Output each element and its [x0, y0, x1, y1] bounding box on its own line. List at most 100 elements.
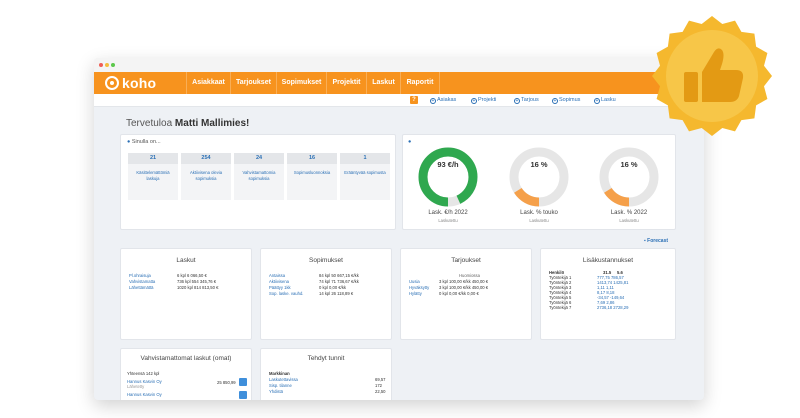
- tile-contract-drafts[interactable]: 16 Sopimusluonnoksia: [287, 153, 337, 200]
- hours-balance-row-label: Työntekijä 7: [549, 305, 572, 310]
- add-asiakas-label: Asiakas: [437, 97, 457, 103]
- contracts-row-value: 84 kpl 50 667,15 €/kk: [319, 273, 359, 278]
- offers-title: Tarjoukset: [451, 257, 481, 264]
- gauge-hourly-rate: [418, 147, 478, 207]
- offers-row-value: 3 kpl 100,00 €/kk 450,00 €: [439, 279, 489, 284]
- unconfirmed-row-amount: 25 850,99: [217, 380, 236, 385]
- info-icon: ●: [127, 139, 131, 145]
- offers-row-label[interactable]: Hyväksytty: [409, 285, 429, 290]
- add-lasku-link[interactable]: + Lasku: [594, 97, 616, 104]
- tile-unconfirmed-contracts[interactable]: 24 Vahvistamattomia sopimuksia: [234, 153, 284, 200]
- contracts-title: Sopimukset: [309, 257, 343, 264]
- gauge-billing-may: [509, 147, 569, 207]
- tile-expiring-contract[interactable]: 1 Erääntyvää sopimusta: [340, 153, 390, 200]
- offers-row-label[interactable]: Hylätty: [409, 291, 422, 296]
- logged-hours-row-value: 172: [375, 383, 382, 388]
- browser-window: koho Asiakkaat Tarjoukset Sopimukset Pro…: [94, 58, 704, 400]
- gauge-sublabel: Laskutettu: [619, 218, 639, 223]
- tile-active-contracts[interactable]: 254 Aktiivisena olevia sopimuksia: [181, 153, 231, 200]
- contracts-row-label[interactable]: Aktiivisena: [269, 279, 289, 284]
- nav-raportit[interactable]: Raportit: [400, 72, 440, 94]
- add-projekti-link[interactable]: + Projekti: [471, 97, 496, 104]
- unconfirmed-row-customer[interactable]: Hannus Kasvin Oy: [127, 392, 162, 397]
- logged-hours-row-label[interactable]: Yhdistä: [269, 389, 283, 394]
- add-asiakas-link[interactable]: + Asiakas: [430, 97, 456, 104]
- gauge-label: Lask. % touko: [520, 210, 558, 216]
- contracts-row-label[interactable]: Sop. laske. vauhd.: [269, 291, 303, 296]
- logged-hours-row-value: 22,50: [375, 389, 386, 394]
- offers-row-label[interactable]: Uusia: [409, 279, 420, 284]
- logo-mark-icon: [105, 76, 119, 90]
- tile-label: Vahvistamattomia sopimuksia: [242, 170, 276, 181]
- unconfirmed-row-action-button[interactable]: [239, 391, 247, 399]
- gauge-value: 93 €/h: [437, 160, 459, 169]
- offers-card: Tarjoukset Huomiossa Uusia 3 kpl 100,00 …: [400, 248, 532, 340]
- invoices-row-label[interactable]: Vahvistamatta: [129, 279, 155, 284]
- plus-icon: +: [430, 98, 436, 104]
- add-tarjous-label: Tarjous: [521, 97, 539, 103]
- gauge-billing-year: [599, 147, 659, 207]
- tile-value: 24: [234, 153, 284, 164]
- forecast-icon: ▪: [644, 238, 646, 244]
- unconfirmed-invoices-card: Vahvistamattomat laskut (omat) Yhteensä …: [120, 348, 252, 400]
- invoices-row-value: 1020 kpl 814 813,50 €: [177, 285, 219, 290]
- add-sopimus-link[interactable]: + Sopimus: [552, 97, 580, 104]
- logged-hours-row-label[interactable]: Laskutettavissa: [269, 377, 298, 382]
- minimize-window-icon[interactable]: [105, 63, 109, 67]
- summary-card-title: ● Sinulla on...: [127, 139, 161, 145]
- nav-laskut[interactable]: Laskut: [366, 72, 400, 94]
- koho-logo[interactable]: koho: [105, 75, 156, 91]
- unconfirmed-row-status: Lähetetty: [127, 384, 145, 389]
- logged-hours-title: Tehdyt tunnit: [307, 355, 345, 362]
- nav-asiakkaat[interactable]: Asiakkaat: [186, 72, 230, 94]
- unconfirmed-count: Yhteensä 142 kpl: [127, 371, 160, 376]
- nav-tarjoukset[interactable]: Tarjoukset: [230, 72, 276, 94]
- invoices-row-value: 6 kpl 6 066,50 €: [177, 273, 207, 278]
- forecast-link[interactable]: ▪ Forecast: [644, 238, 668, 244]
- logo-text: koho: [122, 75, 157, 91]
- tile-label: Käsittelemättömiä laskuja: [136, 170, 170, 181]
- invoices-row-label[interactable]: Lähettämättä: [129, 285, 153, 290]
- welcome-greeting: Tervetuloa: [126, 118, 173, 129]
- contracts-card: Sopimukset Antaissa 84 kpl 50 667,15 €/k…: [260, 248, 392, 340]
- offers-row-value: 0 kpl 0,00 €/kk 0,00 €: [439, 291, 479, 296]
- unconfirmed-invoices-title: Vahvistamattomat laskut (omat): [140, 355, 232, 362]
- plus-icon: +: [514, 98, 520, 104]
- nav-projektit[interactable]: Projektit: [326, 72, 366, 94]
- add-tarjous-link[interactable]: + Tarjous: [514, 97, 539, 104]
- action-toolbar: ? + Asiakas + Projekti + Tarjous + Sopimus +…: [94, 94, 704, 107]
- invoices-title: Laskut: [176, 257, 196, 264]
- unconfirmed-row-action-button[interactable]: [239, 378, 247, 386]
- gauge-sublabel: Laskutettu: [529, 218, 549, 223]
- gauge-label: Lask. €/h 2022: [428, 210, 468, 216]
- help-button[interactable]: ?: [410, 96, 418, 104]
- plus-icon: +: [552, 98, 558, 104]
- contracts-row-label[interactable]: Päättyy 1kk: [269, 285, 291, 290]
- plus-icon: +: [471, 98, 477, 104]
- tile-label: Erääntyvää sopimusta: [344, 170, 386, 175]
- logged-hours-row-label[interactable]: Sisp. tilanne: [269, 383, 292, 388]
- contracts-row-value: 0 kpl 0,00 €/kk: [319, 285, 347, 290]
- forecast-link-text: Forecast: [647, 238, 669, 244]
- offers-row-value: 3 kpl 100,00 €/kk 450,00 €: [439, 285, 489, 290]
- gauge-value: 16 %: [620, 160, 638, 169]
- tile-value: 1: [340, 153, 390, 164]
- invoices-row-value: 736 kpl 554 345,76 €: [177, 279, 217, 284]
- close-window-icon[interactable]: [99, 63, 103, 67]
- hours-balance-row-values: 2736,18 2728,29: [597, 305, 629, 310]
- nav-sopimukset[interactable]: Sopimukset: [276, 72, 326, 94]
- maximize-window-icon[interactable]: [111, 63, 115, 67]
- contracts-row-label[interactable]: Antaissa: [269, 273, 285, 278]
- logged-hours-card: Tehdyt tunnit Markkinan Laskutettavissa …: [260, 348, 392, 400]
- tile-unprocessed-invoices[interactable]: 21 Käsittelemättömiä laskuja: [128, 153, 178, 200]
- thumbs-up-badge: [652, 16, 772, 136]
- contracts-row-value: 74 kpl 71 736,67 €/kk: [319, 279, 359, 284]
- plus-icon: +: [594, 98, 600, 104]
- contracts-row-value: 14 kpl 26 118,89 €: [319, 291, 354, 296]
- invoices-row-label[interactable]: Pl.ohraisuja: [129, 273, 151, 278]
- hours-balance-card: Lisäkustannukset Henkilö 31.5 5.6 Työnte…: [540, 248, 676, 340]
- welcome-user-name: Matti Mallimies!: [174, 118, 250, 129]
- gauge-sublabel: Laskutettu: [438, 218, 458, 223]
- tile-value: 254: [181, 153, 231, 164]
- tile-value: 21: [128, 153, 178, 164]
